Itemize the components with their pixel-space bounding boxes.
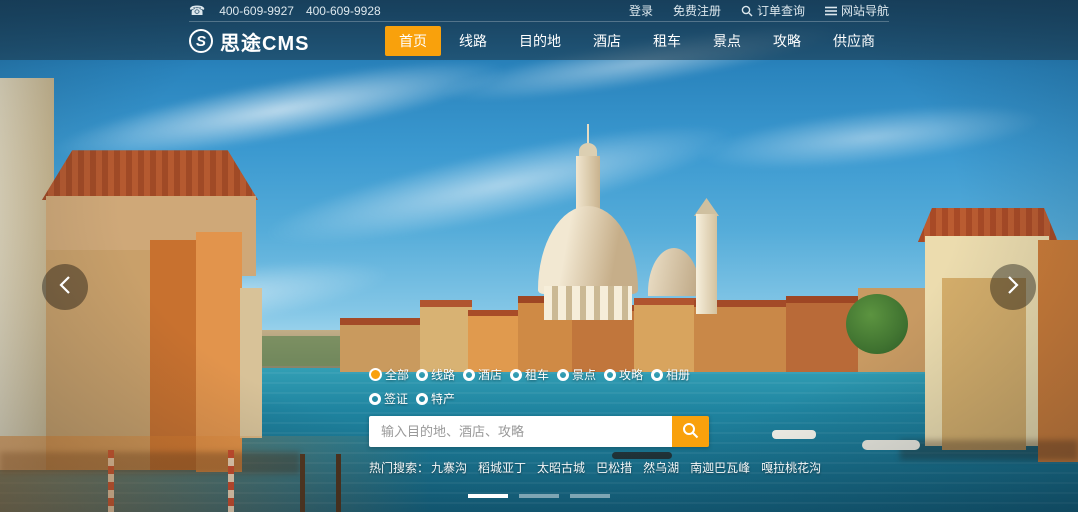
search-submit-button[interactable] — [672, 416, 709, 447]
carousel-dot[interactable] — [468, 494, 508, 498]
radio-icon — [463, 369, 475, 381]
category-label: 租车 — [525, 366, 549, 383]
hot-search-link[interactable]: 太昭古城 — [537, 459, 585, 476]
search-category-albums[interactable]: 相册 — [651, 366, 698, 383]
search-category-hotels[interactable]: 酒店 — [463, 366, 510, 383]
category-label: 酒店 — [478, 366, 502, 383]
login-link[interactable]: 登录 — [629, 2, 653, 19]
menu-icon — [825, 6, 837, 16]
category-label: 签证 — [384, 390, 408, 407]
nav-item-home[interactable]: 首页 — [385, 26, 441, 56]
hot-search-link[interactable]: 然乌湖 — [643, 459, 679, 476]
search-category-car-rental[interactable]: 租车 — [510, 366, 557, 383]
category-label: 景点 — [572, 366, 596, 383]
site-nav-label: 网站导航 — [841, 2, 889, 19]
main-nav: S 思途CMS 首页 线路 目的地 酒店 租车 景点 攻略 供应商 — [189, 22, 889, 60]
hot-search-link[interactable]: 巴松措 — [596, 459, 632, 476]
search-icon — [682, 422, 699, 442]
carousel-dot[interactable] — [570, 494, 610, 498]
order-query-link[interactable]: 订单查询 — [741, 2, 805, 19]
nav-item-suppliers[interactable]: 供应商 — [819, 26, 889, 56]
chevron-left-icon — [56, 274, 74, 301]
nav-item-routes[interactable]: 线路 — [445, 26, 501, 56]
login-label: 登录 — [629, 2, 653, 19]
phone-numbers: ☎ 400-609-9927 400-609-9928 — [189, 3, 381, 19]
search-category-attractions[interactable]: 景点 — [557, 366, 604, 383]
logo[interactable]: S 思途CMS — [189, 27, 309, 56]
page: ☎ 400-609-9927 400-609-9928 登录 免费注册 订单查询 — [0, 0, 1078, 518]
search-input[interactable] — [369, 416, 672, 447]
search-category-specialties[interactable]: 特产 — [416, 390, 463, 407]
hot-search-label: 热门搜索： — [369, 459, 429, 476]
search-bar — [369, 416, 709, 447]
phone-icon: ☎ — [189, 3, 205, 19]
chevron-right-icon — [1004, 274, 1022, 301]
phone-number-1: 400-609-9927 — [219, 4, 294, 18]
category-label: 特产 — [431, 390, 455, 407]
nav-item-destinations[interactable]: 目的地 — [505, 26, 575, 56]
register-link[interactable]: 免费注册 — [673, 2, 721, 19]
search-icon — [741, 5, 753, 17]
site-nav-link[interactable]: 网站导航 — [825, 2, 889, 19]
search-category-routes[interactable]: 线路 — [416, 366, 463, 383]
logo-text: 思途CMS — [220, 27, 309, 56]
nav-item-hotels[interactable]: 酒店 — [579, 26, 635, 56]
carousel-next-button[interactable] — [990, 264, 1036, 310]
carousel-prev-button[interactable] — [42, 264, 88, 310]
hot-search-link[interactable]: 嘎拉桃花沟 — [761, 459, 821, 476]
phone-number-2: 400-609-9928 — [306, 4, 381, 18]
radio-icon — [416, 369, 428, 381]
logo-icon: S — [189, 29, 213, 53]
hero-search-panel: 全部 线路 酒店 租车 景点 攻略 相册 签证 特产 热门搜索： 九寨沟 稻城亚… — [369, 366, 709, 476]
category-label: 全部 — [385, 366, 409, 383]
hot-search-link[interactable]: 南迦巴瓦峰 — [690, 459, 750, 476]
radio-icon — [557, 369, 569, 381]
nav-menu: 首页 线路 目的地 酒店 租车 景点 攻略 供应商 — [381, 26, 889, 56]
utility-links: 登录 免费注册 订单查询 网站导航 — [629, 2, 889, 19]
logo-initial: S — [196, 33, 206, 50]
search-category-group: 全部 线路 酒店 租车 景点 攻略 相册 签证 特产 — [369, 366, 709, 407]
category-label: 攻略 — [619, 366, 643, 383]
hot-search-link[interactable]: 稻城亚丁 — [478, 459, 526, 476]
register-label: 免费注册 — [673, 2, 721, 19]
utility-bar: ☎ 400-609-9927 400-609-9928 登录 免费注册 订单查询 — [189, 0, 889, 22]
site-header: ☎ 400-609-9927 400-609-9928 登录 免费注册 订单查询 — [0, 0, 1078, 60]
search-category-visas[interactable]: 签证 — [369, 390, 416, 407]
radio-icon — [416, 393, 428, 405]
hot-search-link[interactable]: 九寨沟 — [431, 459, 467, 476]
category-label: 相册 — [666, 366, 690, 383]
carousel-dot[interactable] — [519, 494, 559, 498]
category-label: 线路 — [431, 366, 455, 383]
radio-icon — [369, 368, 382, 381]
order-query-label: 订单查询 — [757, 2, 805, 19]
radio-icon — [604, 369, 616, 381]
radio-icon — [510, 369, 522, 381]
nav-item-attractions[interactable]: 景点 — [699, 26, 755, 56]
search-category-guides[interactable]: 攻略 — [604, 366, 651, 383]
nav-item-guides[interactable]: 攻略 — [759, 26, 815, 56]
radio-icon — [369, 393, 381, 405]
carousel-indicators — [468, 494, 610, 498]
hot-search-row: 热门搜索： 九寨沟 稻城亚丁 太昭古城 巴松措 然乌湖 南迦巴瓦峰 嘎拉桃花沟 — [369, 459, 709, 476]
nav-item-car-rental[interactable]: 租车 — [639, 26, 695, 56]
search-category-all[interactable]: 全部 — [369, 366, 416, 383]
radio-icon — [651, 369, 663, 381]
